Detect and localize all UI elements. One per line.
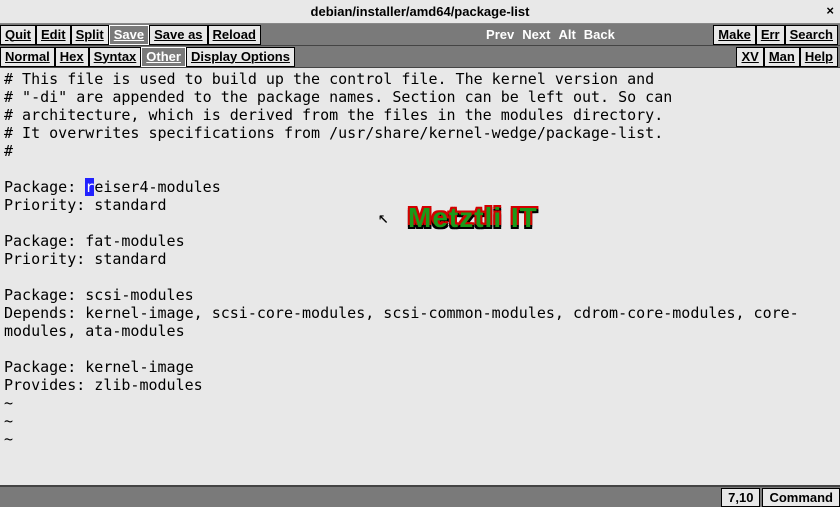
editor-mode: Command xyxy=(762,488,840,507)
err-button[interactable]: Err xyxy=(756,25,785,45)
statusbar: 7,10 Command xyxy=(0,485,840,507)
back-button[interactable]: Back xyxy=(580,26,619,44)
next-button[interactable]: Next xyxy=(518,26,554,44)
split-button[interactable]: Split xyxy=(71,25,109,45)
save-as-button[interactable]: Save as xyxy=(149,25,207,45)
display-options-tab[interactable]: Display Options xyxy=(186,47,295,67)
toolbar-secondary: Normal Hex Syntax Other Display Options … xyxy=(0,46,840,68)
search-button[interactable]: Search xyxy=(785,25,838,45)
titlebar: debian/installer/amd64/package-list × xyxy=(0,0,840,24)
toolbar-primary: Quit Edit Split Save Save as Reload Prev… xyxy=(0,24,840,46)
quit-button[interactable]: Quit xyxy=(0,25,36,45)
alt-button[interactable]: Alt xyxy=(554,26,579,44)
xv-button[interactable]: XV xyxy=(736,47,763,67)
prev-button[interactable]: Prev xyxy=(482,26,518,44)
other-tab[interactable]: Other xyxy=(141,47,186,67)
edit-button[interactable]: Edit xyxy=(36,25,71,45)
make-button[interactable]: Make xyxy=(713,25,756,45)
close-icon[interactable]: × xyxy=(826,3,834,18)
editor-area[interactable]: # This file is used to build up the cont… xyxy=(0,68,840,482)
syntax-tab[interactable]: Syntax xyxy=(89,47,142,67)
save-button[interactable]: Save xyxy=(109,25,149,45)
cursor-position: 7,10 xyxy=(721,488,760,507)
normal-tab[interactable]: Normal xyxy=(0,47,55,67)
window-title: debian/installer/amd64/package-list xyxy=(311,4,530,19)
help-button[interactable]: Help xyxy=(800,47,838,67)
reload-button[interactable]: Reload xyxy=(208,25,261,45)
hex-tab[interactable]: Hex xyxy=(55,47,89,67)
man-button[interactable]: Man xyxy=(764,47,800,67)
